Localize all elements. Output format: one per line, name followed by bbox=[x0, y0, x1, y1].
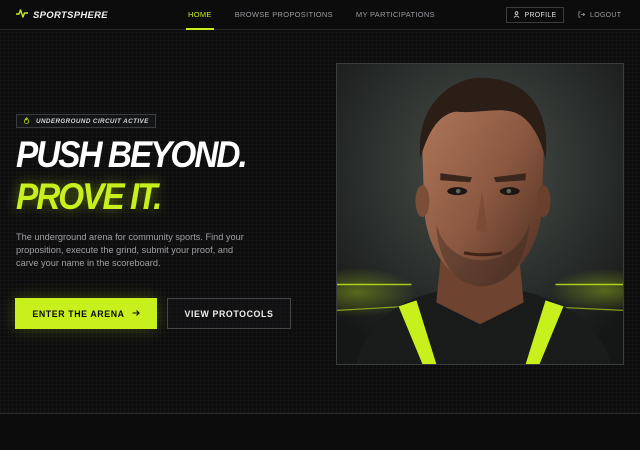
nav-link-home[interactable]: HOME bbox=[186, 0, 214, 30]
enter-arena-button[interactable]: ENTER THE ARENA bbox=[15, 298, 157, 329]
headline-line-2: PROVE IT. bbox=[16, 176, 162, 217]
view-protocols-label: VIEW PROTOCOLS bbox=[184, 308, 274, 319]
profile-label: PROFILE bbox=[524, 11, 557, 19]
flame-icon bbox=[23, 116, 36, 126]
brand-name: SPORTSPHERE bbox=[33, 9, 108, 21]
badge-label: UNDERGROUND CIRCUIT ACTIVE bbox=[36, 117, 149, 125]
main-nav: HOME BROWSE PROPOSITIONS MY PARTICIPATIO… bbox=[186, 0, 458, 30]
hero-description: The underground arena for community spor… bbox=[16, 232, 244, 269]
view-protocols-button[interactable]: VIEW PROTOCOLS bbox=[167, 298, 291, 329]
hero-athlete-image bbox=[336, 63, 624, 365]
pulse-icon bbox=[16, 6, 28, 24]
arrow-right-icon bbox=[125, 309, 140, 319]
logout-button[interactable]: LOGOUT bbox=[578, 7, 621, 23]
status-badge: UNDERGROUND CIRCUIT ACTIVE bbox=[16, 114, 156, 128]
footer-strip bbox=[0, 414, 640, 450]
headline-line-1: PUSH BEYOND. bbox=[16, 134, 248, 175]
profile-button[interactable]: PROFILE bbox=[506, 7, 564, 23]
enter-arena-label: ENTER THE ARENA bbox=[32, 308, 125, 319]
user-icon bbox=[513, 10, 524, 20]
brand-logo[interactable]: SPORTSPHERE bbox=[16, 8, 108, 22]
nav-link-browse-propositions[interactable]: BROWSE PROPOSITIONS bbox=[235, 0, 333, 30]
logout-label: LOGOUT bbox=[590, 11, 622, 19]
top-navbar: SPORTSPHERE HOME BROWSE PROPOSITIONS MY … bbox=[0, 0, 640, 30]
logout-icon bbox=[578, 10, 590, 20]
nav-link-my-participations[interactable]: MY PARTICIPATIONS bbox=[356, 0, 435, 30]
